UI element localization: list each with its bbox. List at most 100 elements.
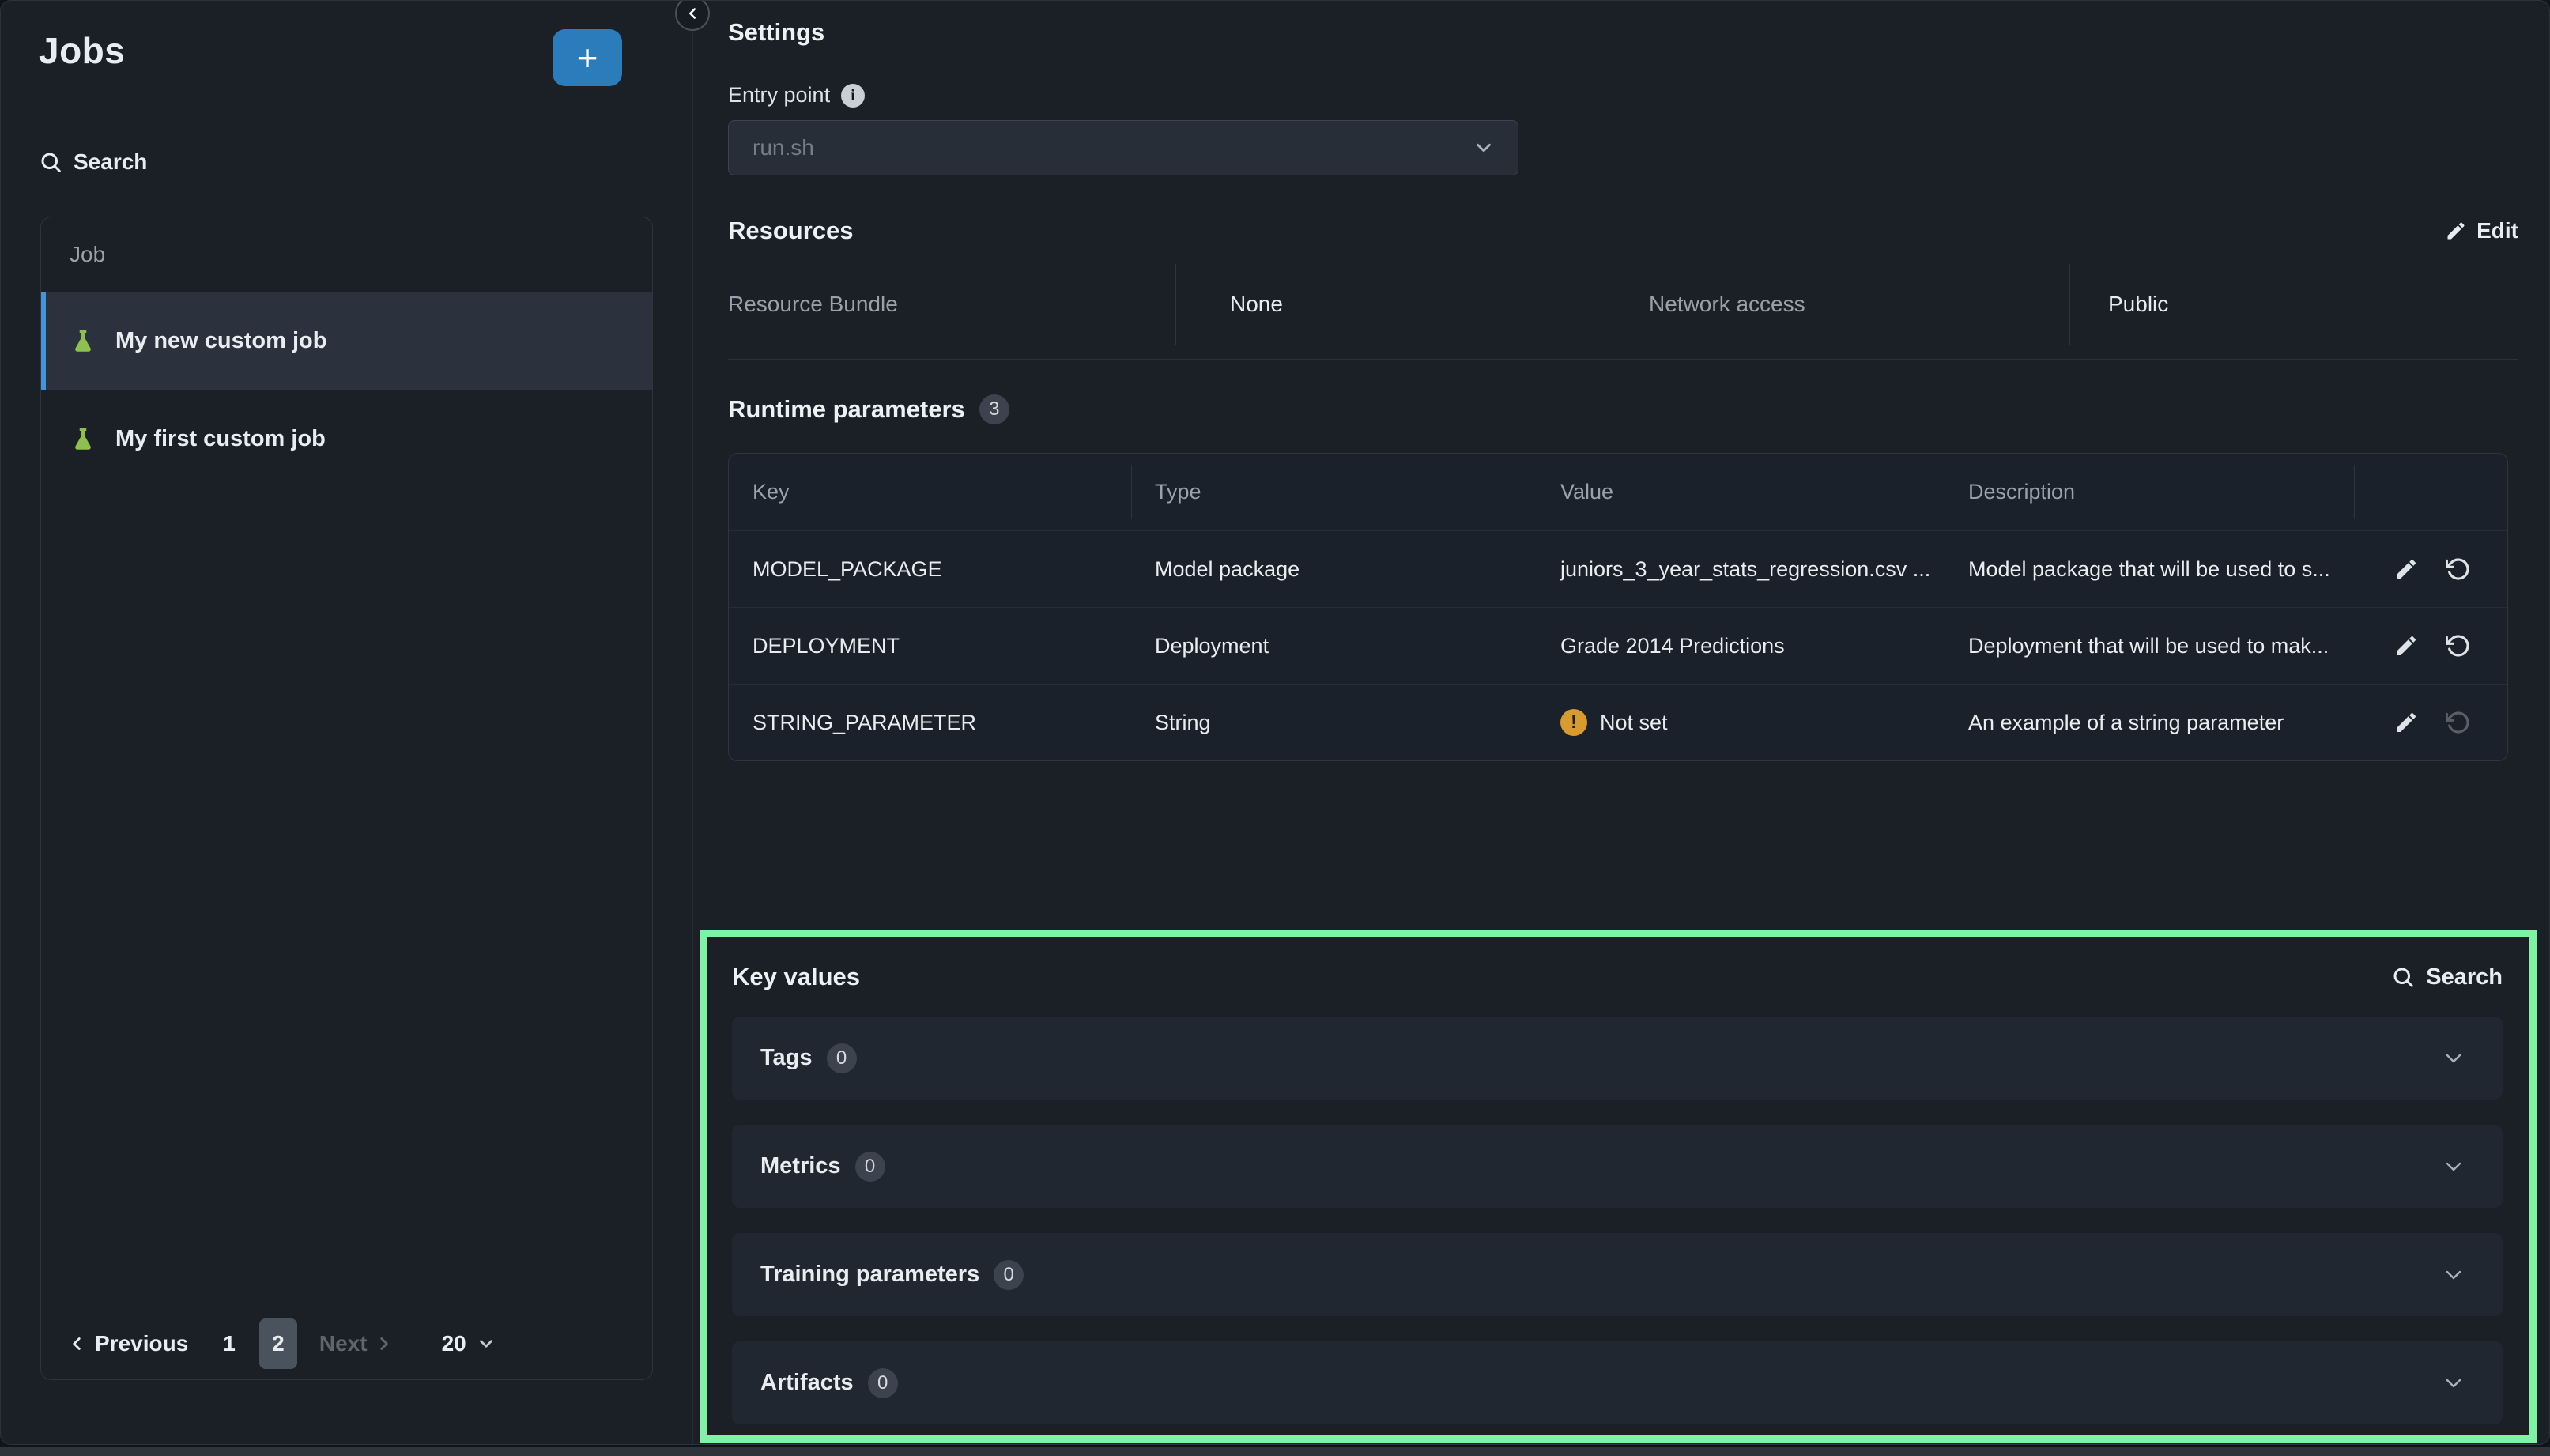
runtime-parameters-header: Runtime parameters 3 [728,394,2518,424]
runtime-parameters-count-badge: 3 [979,394,1009,424]
plus-icon: + [577,40,598,76]
key-values-search-button[interactable]: Search [2391,964,2503,990]
edit-param-button[interactable] [2392,708,2420,737]
chevron-down-icon [2441,1046,2466,1071]
accordion-training-parameters[interactable]: Training parameters 0 [732,1233,2503,1316]
chevron-left-icon [66,1333,87,1354]
resource-bundle-label: Resource Bundle [728,264,1175,345]
table-row: STRING_PARAMETER String ! Not set An exa… [729,684,2507,760]
resources-summary-row: Resource Bundle None Network access Publ… [728,264,2518,345]
accordion-count-badge: 0 [994,1260,1024,1290]
page-size-select[interactable]: 20 [442,1331,496,1356]
accordion-artifacts[interactable]: Artifacts 0 [732,1341,2503,1424]
edit-param-button[interactable] [2392,632,2420,660]
edit-param-button[interactable] [2392,555,2420,583]
table-row: DEPLOYMENT Deployment Grade 2014 Predict… [729,607,2507,684]
collapse-sidebar-button[interactable] [675,0,710,31]
accordion-count-badge: 0 [855,1152,885,1182]
entry-point-select[interactable]: run.sh [728,120,1518,175]
edit-resources-button[interactable]: Edit [2445,218,2518,243]
pencil-icon [2393,710,2419,735]
job-detail-panel: Settings Entry point i run.sh Resources [728,1,2518,761]
pencil-icon [2445,220,2467,242]
info-icon[interactable]: i [841,84,865,108]
chevron-down-icon [2441,1154,2466,1179]
reset-param-button-disabled [2444,708,2473,737]
next-page-button[interactable]: Next [319,1331,394,1356]
param-key: DEPLOYMENT [729,608,1131,684]
settings-heading: Settings [728,18,2518,47]
accordion-count-badge: 0 [868,1368,898,1398]
param-description: Model package that will be used to s... [1945,531,2354,607]
job-list-item[interactable]: My first custom job [41,390,652,488]
horizontal-scrollbar[interactable] [0,1447,2550,1456]
flask-icon [70,424,96,455]
reset-param-button[interactable] [2444,632,2473,660]
chevron-down-icon [476,1333,496,1354]
undo-icon [2446,710,2471,735]
search-icon [39,150,62,174]
page-size-value: 20 [442,1331,466,1356]
previous-label: Previous [95,1331,188,1356]
chevron-down-icon [2441,1262,2466,1288]
warning-icon: ! [1560,709,1587,736]
pagination-bar: Previous 1 2 Next 20 [41,1307,652,1379]
accordion-label: Training parameters [760,1262,979,1288]
page-2-button-current[interactable]: 2 [259,1318,297,1369]
reset-param-button[interactable] [2444,555,2473,583]
job-list-column-header: Job [41,217,652,292]
key-values-section-highlighted: Key values Search Tags 0 [700,930,2537,1443]
param-description: Deployment that will be used to mak... [1945,608,2354,684]
table-header-row: Key Type Value Description [729,454,2507,530]
runtime-parameters-table: Key Type Value Description MODEL_PACKAGE… [728,453,2508,761]
job-list-panel: Job My new custom job My first custom jo… [40,217,653,1380]
accordion-tags[interactable]: Tags 0 [732,1017,2503,1100]
sidebar-search-label: Search [74,149,147,175]
search-icon [2391,965,2415,989]
param-type: Model package [1131,531,1537,607]
column-header-value: Value [1537,454,1945,530]
accordion-label: Metrics [760,1153,841,1179]
job-list-item-selected[interactable]: My new custom job [41,292,652,390]
chevron-down-icon [1472,136,1496,160]
param-description: An example of a string parameter [1945,685,2354,760]
accordion-label: Artifacts [760,1370,854,1396]
table-row: MODEL_PACKAGE Model package juniors_3_ye… [729,530,2507,607]
job-item-label: My first custom job [115,426,326,452]
resources-heading: Resources [728,217,854,245]
network-access-value: Public [2069,264,2518,345]
next-label: Next [319,1331,368,1356]
sidebar-divider [692,1,693,1445]
page-1-button[interactable]: 1 [223,1331,236,1356]
row-actions [2354,531,2507,607]
column-header-description: Description [1945,454,2354,530]
job-list-empty-space [41,488,652,1307]
column-header-key: Key [729,454,1131,530]
sidebar-search-button[interactable]: Search [39,149,147,175]
key-values-search-label: Search [2426,964,2503,990]
section-divider [728,359,2518,360]
network-access-label: Network access [1586,264,2069,345]
accordion-label: Tags [760,1045,813,1071]
param-key: MODEL_PACKAGE [729,531,1131,607]
add-job-button[interactable]: + [553,29,622,86]
entry-point-label: Entry point [728,83,830,108]
param-key: STRING_PARAMETER [729,685,1131,760]
column-header-type: Type [1131,454,1537,530]
param-value: Grade 2014 Predictions [1537,608,1945,684]
param-type: Deployment [1131,608,1537,684]
chevron-left-icon [684,5,701,22]
accordion-metrics[interactable]: Metrics 0 [732,1125,2503,1208]
edit-label: Edit [2476,218,2518,243]
runtime-parameters-heading: Runtime parameters [728,395,965,424]
undo-icon [2446,633,2471,658]
previous-page-button[interactable]: Previous [66,1331,188,1356]
param-value: Not set [1600,711,1668,735]
pencil-icon [2393,556,2419,582]
pencil-icon [2393,633,2419,658]
table-body: MODEL_PACKAGE Model package juniors_3_ye… [729,530,2507,760]
chevron-right-icon [374,1333,394,1354]
key-values-heading: Key values [732,963,860,991]
key-values-header-row: Key values Search [732,937,2503,1017]
sidebar-header: Jobs + [39,29,655,86]
